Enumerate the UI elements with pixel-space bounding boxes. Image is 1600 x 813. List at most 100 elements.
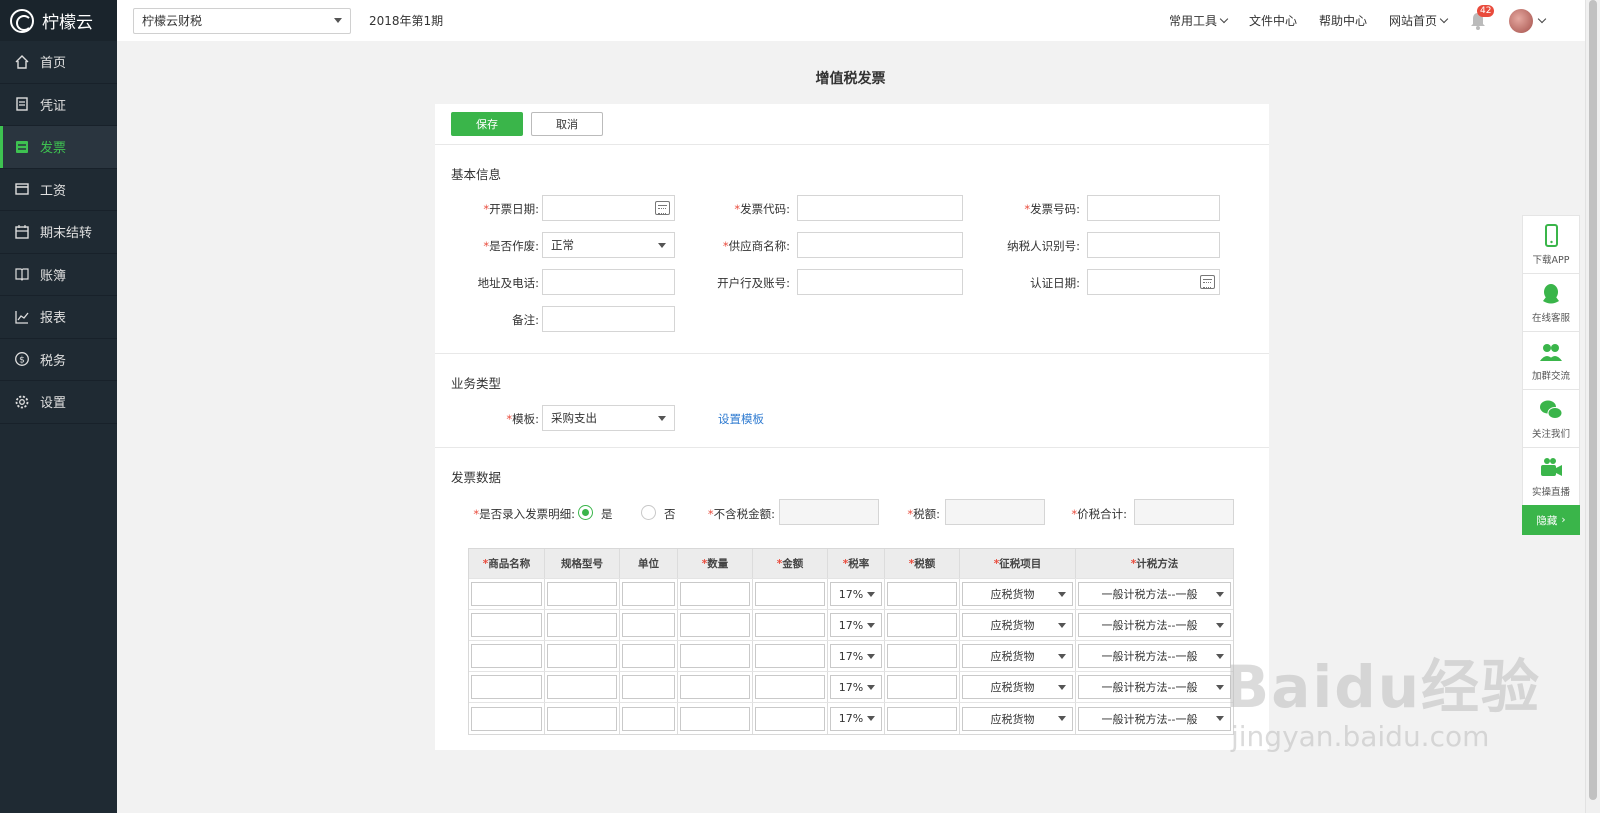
cancel-button[interactable]: 取消 (531, 112, 603, 136)
hide-panel-button[interactable]: 隐藏 › (1522, 505, 1580, 535)
product-name-input[interactable] (471, 675, 542, 699)
tax-rate-select[interactable]: 17% (830, 706, 882, 731)
sidebar-item-ledger[interactable]: 账簿 (0, 254, 117, 296)
invoice-date-field[interactable] (542, 195, 675, 221)
tax-input[interactable] (887, 706, 957, 731)
tax-rate-select[interactable]: 17% (830, 582, 882, 606)
cert-date-field[interactable] (1087, 269, 1220, 295)
table-cell (885, 641, 960, 671)
total-field[interactable] (1134, 499, 1234, 525)
company-select[interactable]: 柠檬云财税 (133, 7, 351, 34)
unit-input[interactable] (622, 706, 675, 731)
sidebar-item-voucher[interactable]: 凭证 (0, 84, 117, 126)
product-name-input[interactable] (471, 613, 542, 637)
set-template-link[interactable]: 设置模板 (718, 411, 764, 427)
save-button[interactable]: 保存 (451, 112, 523, 136)
download-app-button[interactable]: 下载APP (1522, 215, 1580, 273)
caret-down-icon (1058, 716, 1066, 721)
tax-item-select[interactable]: 应税货物 (962, 613, 1073, 637)
untaxed-amount-field[interactable] (779, 499, 879, 525)
bank-account-field[interactable] (797, 269, 963, 295)
tax-item-select[interactable]: 应税货物 (962, 706, 1073, 731)
template-select[interactable]: 采购支出 (542, 405, 675, 431)
sidebar-item-reports[interactable]: 报表 (0, 296, 117, 339)
detail-yes-label[interactable]: 是 (601, 506, 613, 522)
tax-method-select[interactable]: 一般计税方法--一般 (1078, 675, 1231, 699)
invoice-code-field[interactable] (797, 195, 963, 221)
spec-input[interactable] (547, 582, 617, 606)
quantity-input[interactable] (680, 706, 750, 731)
detail-no-label[interactable]: 否 (664, 506, 676, 522)
remark-field[interactable] (542, 306, 675, 332)
bank-account-label: 开户行及账号: (717, 276, 790, 290)
tax-rate-select[interactable]: 17% (830, 644, 882, 668)
tax-item-select[interactable]: 应税货物 (962, 582, 1073, 606)
tax-item-select[interactable]: 应税货物 (962, 644, 1073, 668)
help-center-link[interactable]: 帮助中心 (1319, 12, 1367, 29)
product-name-input[interactable] (471, 706, 542, 731)
unit-input[interactable] (622, 582, 675, 606)
user-menu[interactable] (1509, 8, 1547, 33)
file-center-link[interactable]: 文件中心 (1249, 12, 1297, 29)
page-scrollbar[interactable] (1585, 0, 1600, 813)
invoice-number-field[interactable] (1087, 195, 1220, 221)
tax-method-select[interactable]: 一般计税方法--一般 (1078, 582, 1231, 606)
spec-input[interactable] (547, 644, 617, 668)
tax-method-select[interactable]: 一般计税方法--一般 (1078, 644, 1231, 668)
amount-input[interactable] (755, 644, 825, 668)
supplier-field[interactable] (797, 232, 963, 258)
common-tools-menu[interactable]: 常用工具 (1169, 12, 1229, 29)
amount-input[interactable] (755, 613, 825, 637)
table-cell: 一般计税方法--一般 (1076, 641, 1233, 671)
spec-input[interactable] (547, 675, 617, 699)
product-name-input[interactable] (471, 582, 542, 606)
amount-input[interactable] (755, 582, 825, 606)
website-home-menu[interactable]: 网站首页 (1389, 12, 1449, 29)
app-logo[interactable]: 柠檬云 (0, 0, 117, 41)
address-field[interactable] (542, 269, 675, 295)
quantity-input[interactable] (680, 613, 750, 637)
unit-input[interactable] (622, 675, 675, 699)
caret-down-icon (867, 684, 875, 690)
tax-input[interactable] (887, 644, 957, 668)
detail-no-radio[interactable] (641, 505, 656, 520)
void-label: *是否作废: (483, 239, 539, 253)
void-status-select[interactable]: 正常 (542, 232, 675, 258)
follow-us-button[interactable]: 关注我们 (1522, 389, 1580, 447)
tax-rate-select[interactable]: 17% (830, 675, 882, 699)
notification-bell[interactable]: 42 (1469, 4, 1495, 31)
calendar-icon[interactable] (655, 201, 670, 215)
online-service-button[interactable]: 在线客服 (1522, 273, 1580, 331)
amount-input[interactable] (755, 675, 825, 699)
scrollbar-thumb[interactable] (1589, 0, 1597, 800)
sidebar-item-tax[interactable]: $ 税务 (0, 339, 117, 381)
tax-method-select[interactable]: 一般计税方法--一般 (1078, 706, 1231, 731)
tax-item-select[interactable]: 应税货物 (962, 675, 1073, 699)
calendar-icon[interactable] (1200, 275, 1215, 289)
sidebar-item-salary[interactable]: 工资 (0, 169, 117, 211)
unit-input[interactable] (622, 644, 675, 668)
live-stream-button[interactable]: 实操直播 (1522, 447, 1580, 505)
tax-amount-field[interactable] (945, 499, 1045, 525)
tax-input[interactable] (887, 613, 957, 637)
quantity-input[interactable] (680, 582, 750, 606)
taxpayer-id-field[interactable] (1087, 232, 1220, 258)
sidebar-item-invoice[interactable]: 发票 (0, 126, 117, 169)
tax-input[interactable] (887, 675, 957, 699)
sidebar-item-period-close[interactable]: 期末结转 (0, 211, 117, 254)
detail-yes-radio[interactable] (578, 505, 593, 520)
tax-method-select[interactable]: 一般计税方法--一般 (1078, 613, 1231, 637)
accounting-period[interactable]: 2018年第1期 (369, 12, 443, 29)
unit-input[interactable] (622, 613, 675, 637)
quantity-input[interactable] (680, 644, 750, 668)
sidebar-item-settings[interactable]: 设置 (0, 381, 117, 424)
product-name-input[interactable] (471, 644, 542, 668)
spec-input[interactable] (547, 613, 617, 637)
sidebar-item-home[interactable]: 首页 (0, 41, 117, 84)
spec-input[interactable] (547, 706, 617, 731)
tax-rate-select[interactable]: 17% (830, 613, 882, 637)
amount-input[interactable] (755, 706, 825, 731)
tax-input[interactable] (887, 582, 957, 606)
quantity-input[interactable] (680, 675, 750, 699)
join-group-button[interactable]: 加群交流 (1522, 331, 1580, 389)
